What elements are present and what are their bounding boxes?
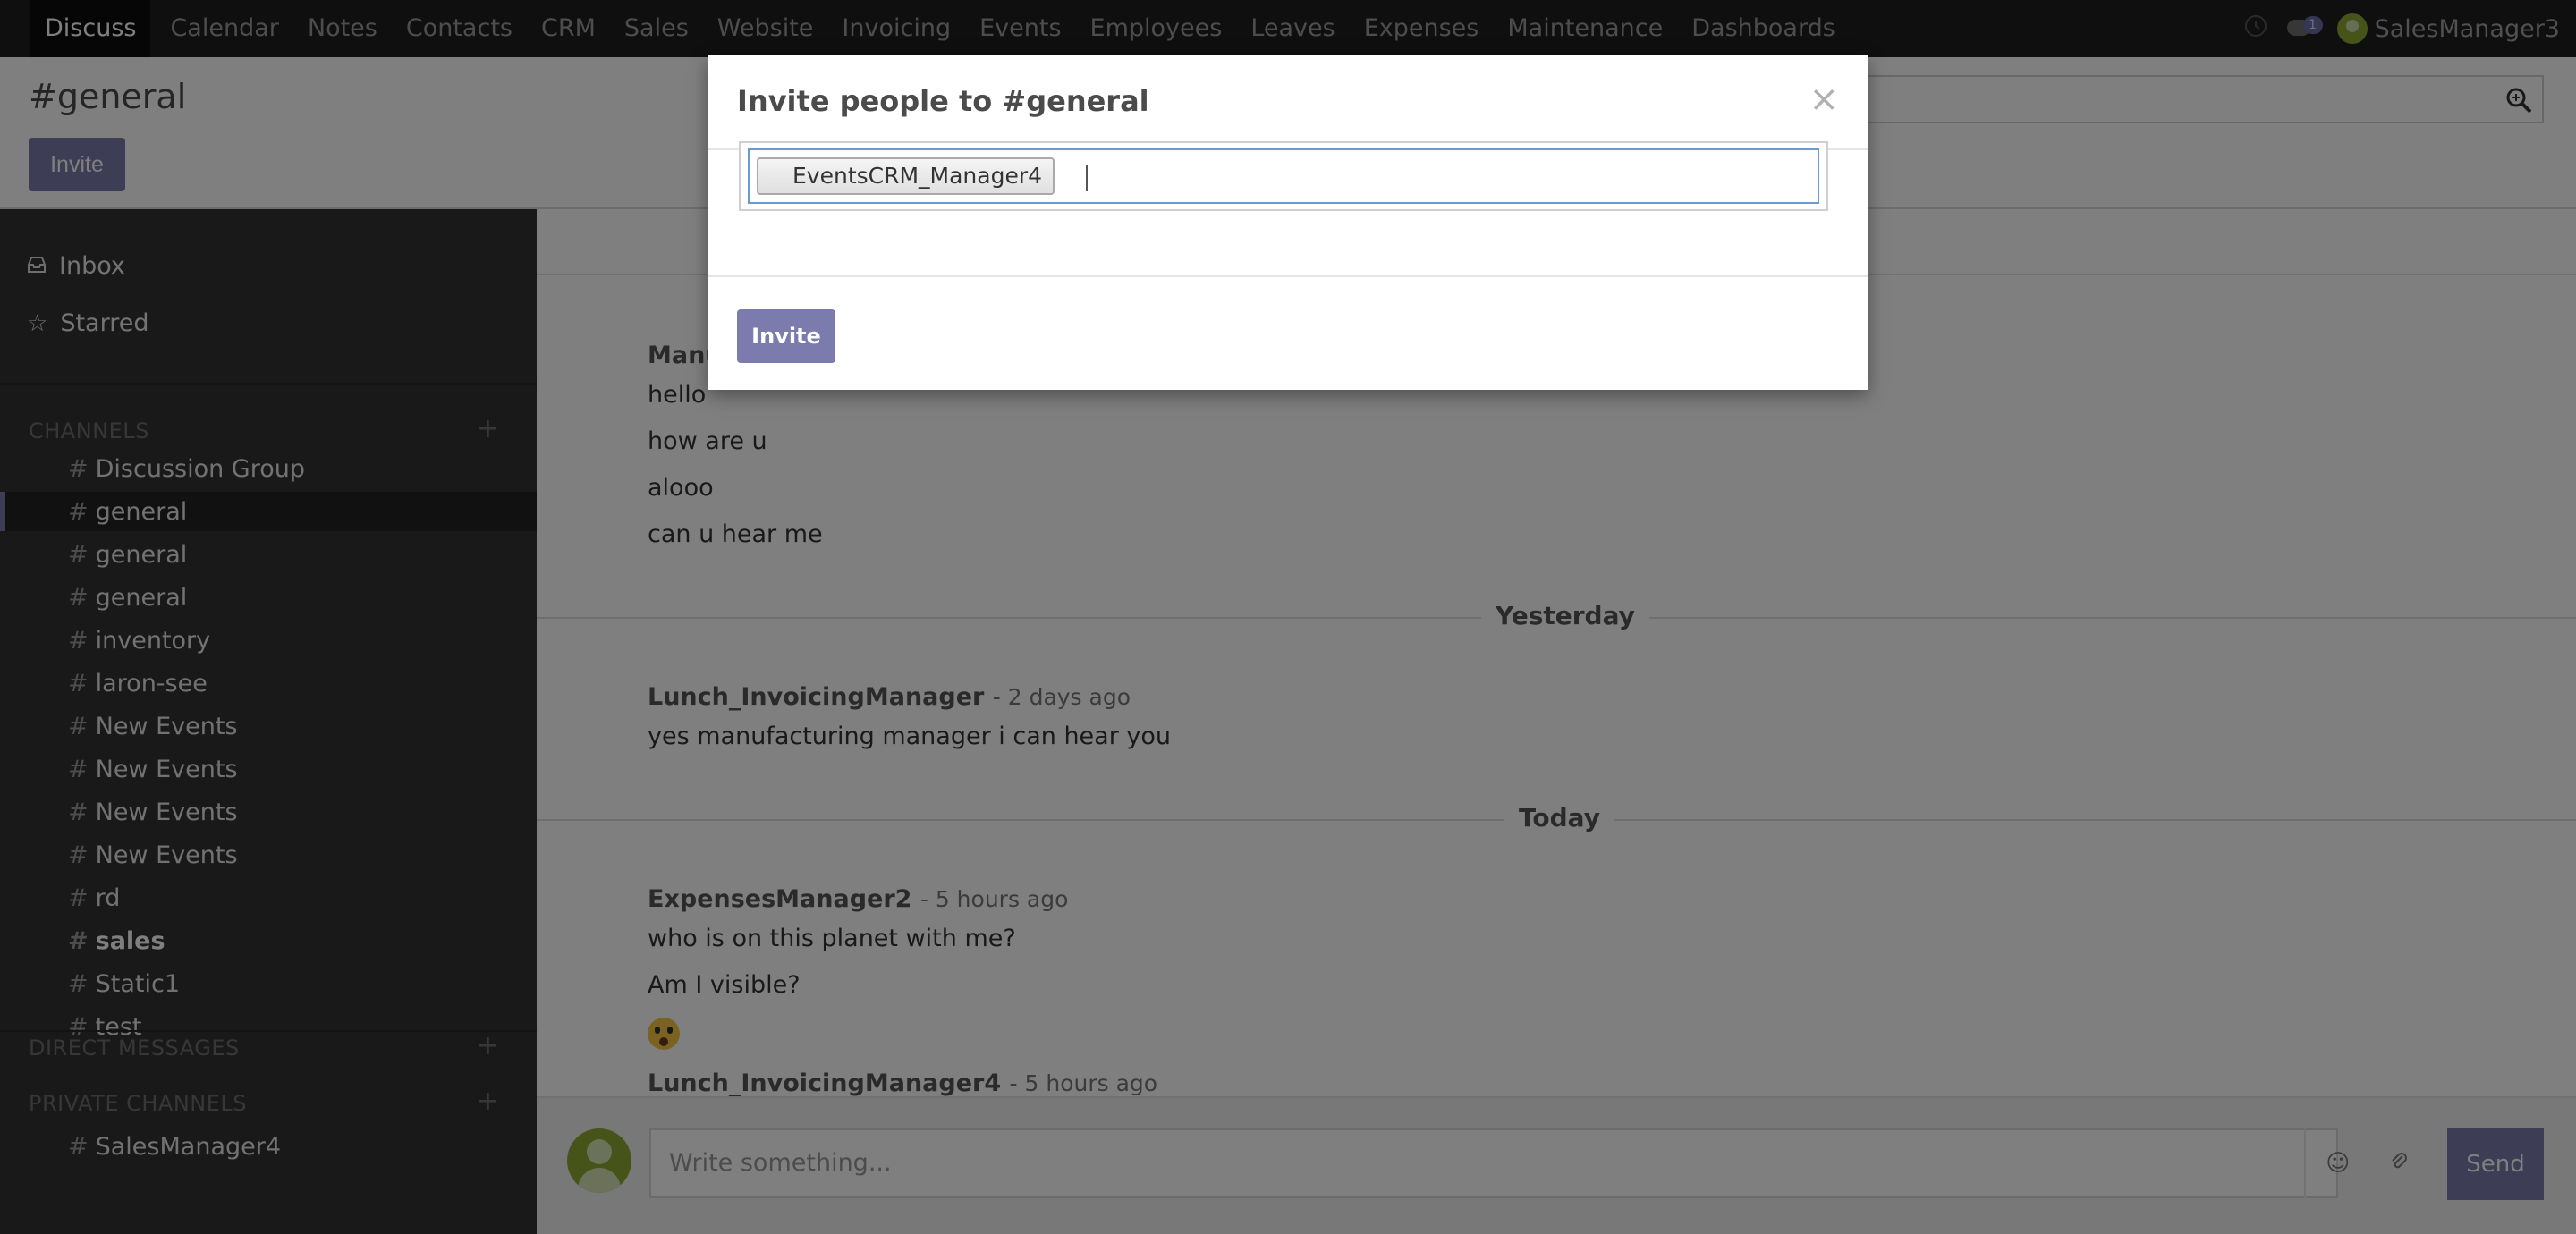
tag-label: EventsCRM_Manager4: [792, 163, 1043, 189]
selected-partner-tag[interactable]: EventsCRM_Manager4: [757, 157, 1055, 195]
tag-input-box[interactable]: EventsCRM_Manager4: [748, 148, 1819, 204]
invite-partners-field[interactable]: EventsCRM_Manager4: [739, 141, 1828, 211]
invite-dialog: Invite people to #general × EventsCRM_Ma…: [708, 55, 1868, 390]
text-cursor: [1086, 165, 1088, 191]
close-icon[interactable]: ×: [1809, 79, 1839, 120]
dialog-footer: Invite: [708, 275, 1868, 390]
dialog-invite-button[interactable]: Invite: [737, 309, 835, 363]
dialog-title: Invite people to #general: [737, 84, 1149, 118]
dialog-header: Invite people to #general ×: [708, 55, 1868, 150]
